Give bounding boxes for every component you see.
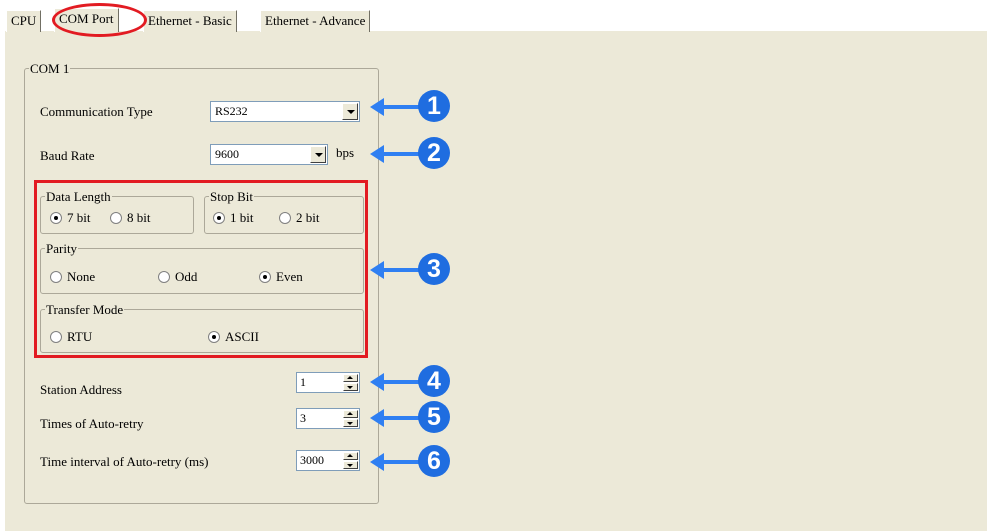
spin-up-icon[interactable]: [343, 452, 358, 460]
callout-6: 6: [370, 445, 470, 479]
station-address-value: 1: [300, 375, 306, 389]
spin-down-icon[interactable]: [343, 461, 358, 469]
station-address-label: Station Address: [40, 382, 122, 397]
arrow-left-icon: [370, 145, 384, 163]
communication-type-label: Communication Type: [40, 104, 153, 119]
arrow-left-icon: [370, 261, 384, 279]
auto-retry-interval-spinner[interactable]: 3000: [296, 450, 360, 471]
station-address-spinner[interactable]: 1: [296, 372, 360, 393]
chevron-down-icon[interactable]: [342, 103, 358, 120]
callout-1: 1: [370, 90, 470, 124]
com1-legend: COM 1: [30, 61, 70, 76]
number-badge: 3: [418, 253, 450, 285]
arrow-left-icon: [370, 98, 384, 116]
auto-retry-interval-label: Time interval of Auto-retry (ms): [40, 454, 209, 469]
communication-type-value: RS232: [215, 104, 248, 118]
tab-cpu[interactable]: CPU: [6, 10, 42, 32]
com-port-highlight-oval: [52, 3, 147, 37]
arrow-left-icon: [370, 409, 384, 427]
baud-rate-label: Baud Rate: [40, 148, 95, 163]
auto-retry-interval-value: 3000: [300, 453, 324, 467]
spin-down-icon[interactable]: [343, 383, 358, 391]
arrow-left-icon: [370, 373, 384, 391]
arrow-left-icon: [370, 453, 384, 471]
tab-ethernet-basic[interactable]: Ethernet - Basic: [143, 10, 237, 32]
spin-up-icon[interactable]: [343, 374, 358, 382]
baud-rate-unit: bps: [336, 145, 355, 160]
callout-4: 4: [370, 365, 470, 399]
auto-retry-times-spinner[interactable]: 3: [296, 408, 360, 429]
spin-down-icon[interactable]: [343, 419, 358, 427]
number-badge: 4: [418, 365, 450, 397]
callout-5: 5: [370, 401, 470, 435]
auto-retry-times-value: 3: [300, 411, 306, 425]
callout-3: 3: [370, 253, 470, 287]
callout-2: 2: [370, 137, 470, 171]
number-badge: 1: [418, 90, 450, 122]
auto-retry-times-label: Times of Auto-retry: [40, 416, 144, 431]
spin-up-icon[interactable]: [343, 410, 358, 418]
number-badge: 5: [418, 401, 450, 433]
chevron-down-icon[interactable]: [310, 146, 326, 163]
baud-rate-value: 9600: [215, 147, 239, 161]
number-badge: 6: [418, 445, 450, 477]
tab-ethernet-advance[interactable]: Ethernet - Advance: [260, 10, 371, 32]
number-badge: 2: [418, 137, 450, 169]
communication-type-select[interactable]: RS232: [210, 101, 360, 122]
serial-settings-highlight-box: [34, 180, 368, 358]
baud-rate-select[interactable]: 9600: [210, 144, 328, 165]
